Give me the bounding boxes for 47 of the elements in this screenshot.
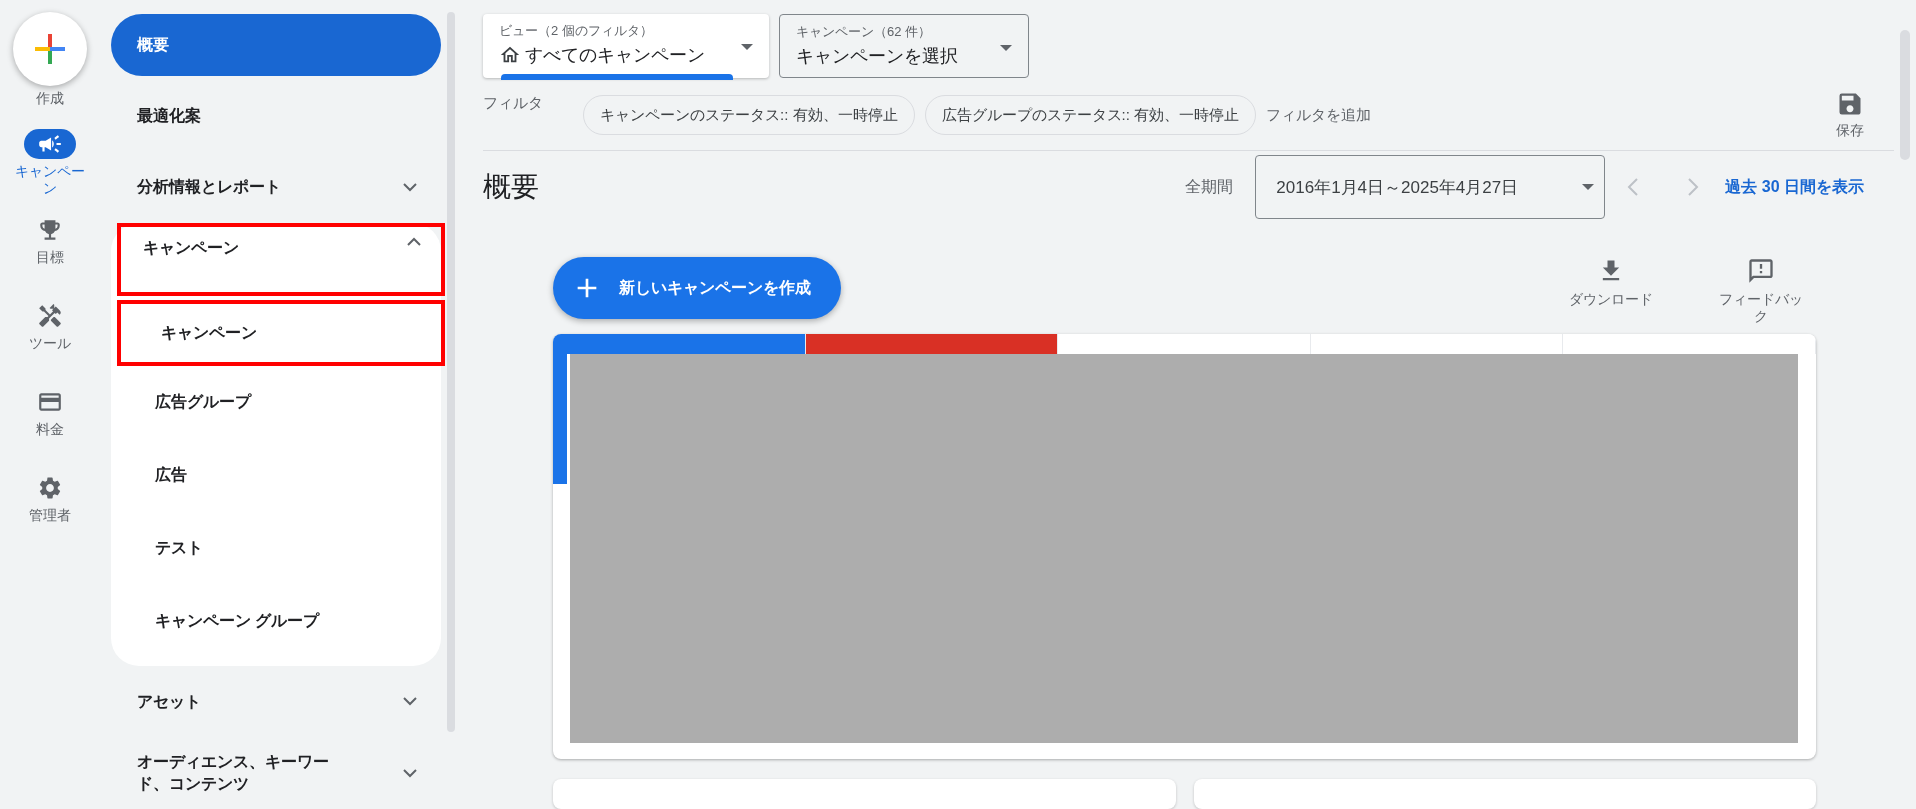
create-label: 作成 <box>35 90 65 107</box>
download-button[interactable]: ダウンロード <box>1556 257 1666 309</box>
filter-label: フィルタ <box>483 94 544 113</box>
chevron-down-icon <box>403 697 417 707</box>
view-value: すべてのキャンペーン <box>525 44 705 67</box>
nav-subitem[interactable]: 広告 <box>111 438 441 512</box>
nav-section-header[interactable]: アセット <box>111 665 441 738</box>
nav-subitem[interactable]: キャンペーン グループ <box>111 584 441 658</box>
rail-label[interactable]: 目標 <box>9 249 91 266</box>
plus-icon <box>33 32 67 66</box>
caret-icon <box>741 44 753 50</box>
rail-label[interactable]: 管理者 <box>9 507 91 524</box>
nav-subitem[interactable]: テスト <box>111 511 441 585</box>
new-campaign-button[interactable]: 新しいキャンペーンを作成 <box>553 257 841 320</box>
rail-icon-pill[interactable] <box>24 129 76 159</box>
date-range-dropdown[interactable]: 2016年1月4日～2025年4月27日 <box>1255 155 1606 220</box>
chevron-left-icon[interactable] <box>1627 178 1639 197</box>
chevron-down-icon <box>403 768 417 778</box>
rail-label[interactable]: ツール <box>9 335 91 352</box>
nav-item[interactable]: 概要 <box>111 14 441 76</box>
nav-item[interactable]: 最適化案 <box>111 79 441 152</box>
view-dropdown[interactable]: ビュー（2 個のフィルタ） すべてのキャンペーン <box>483 14 769 78</box>
rail-label[interactable]: 料金 <box>9 421 91 438</box>
caret-icon <box>1582 184 1595 191</box>
caret-icon <box>1000 45 1012 51</box>
nav-section-header[interactable]: 分析情報とレポート <box>111 151 441 223</box>
chevron-up-icon <box>407 236 421 246</box>
nav-subitem[interactable]: 広告グループ <box>111 365 441 439</box>
save-button[interactable]: 保存 <box>1836 90 1864 140</box>
period-label: 全期間 <box>1185 176 1234 197</box>
nav-section-header[interactable]: キャンペーン <box>117 222 445 296</box>
metric-tab[interactable] <box>1563 334 1816 354</box>
rail-label[interactable]: キャンペーン <box>9 163 91 197</box>
chevron-down-icon <box>403 182 417 192</box>
metric-tab[interactable] <box>1058 334 1311 354</box>
campaign-dropdown[interactable]: キャンペーン（62 件） キャンペーンを選択 <box>779 14 1029 78</box>
nav-section-header[interactable]: オーディエンス、キーワード、コンテンツ <box>111 737 441 809</box>
page-title: 概要 <box>483 170 540 205</box>
metric-tab[interactable] <box>805 334 1059 354</box>
nav-subitem[interactable]: キャンペーン <box>117 299 445 366</box>
metric-tab[interactable] <box>553 334 806 354</box>
add-filter-link[interactable]: フィルタを追加 <box>1266 105 1372 125</box>
metric-tab[interactable] <box>1310 334 1564 354</box>
feedback-button[interactable]: フィードバック <box>1706 257 1816 326</box>
last-30-days-link[interactable]: 過去 30 日間を表示 <box>1725 176 1864 198</box>
chevron-right-icon[interactable] <box>1688 178 1700 197</box>
create-button[interactable] <box>13 12 87 86</box>
